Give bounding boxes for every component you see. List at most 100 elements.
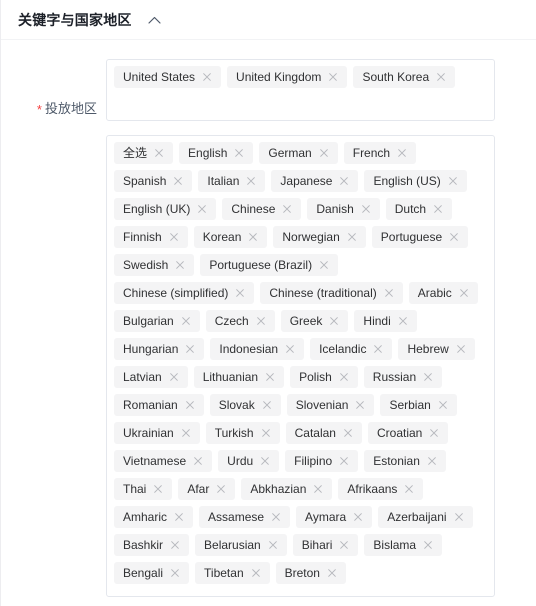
tag-item[interactable]: Bihari (292, 534, 359, 556)
tag-item[interactable]: South Korea (353, 66, 456, 88)
close-icon[interactable] (170, 173, 186, 189)
close-icon[interactable] (358, 201, 374, 217)
close-icon[interactable] (182, 341, 198, 357)
close-icon[interactable] (430, 201, 446, 217)
close-icon[interactable] (324, 565, 340, 581)
tag-item[interactable]: English (US) (364, 170, 467, 192)
close-icon[interactable] (213, 481, 229, 497)
close-icon[interactable] (395, 313, 411, 329)
tag-item[interactable]: United Kingdom (227, 66, 348, 88)
close-icon[interactable] (257, 453, 273, 469)
tag-item[interactable]: Hebrew (398, 338, 475, 360)
tag-item[interactable]: Afrikaans (338, 478, 424, 500)
tag-item[interactable]: Bulgarian (114, 310, 200, 332)
tag-item[interactable]: Serbian (380, 394, 457, 416)
tag-item[interactable]: Urdu (218, 450, 280, 472)
close-icon[interactable] (310, 481, 326, 497)
tag-item[interactable]: Dutch (385, 198, 453, 220)
tag-item[interactable]: Slovak (209, 394, 281, 416)
close-icon[interactable] (336, 537, 352, 553)
close-icon[interactable] (248, 565, 264, 581)
close-icon[interactable] (456, 285, 472, 301)
close-icon[interactable] (282, 341, 298, 357)
close-icon[interactable] (424, 453, 440, 469)
close-icon[interactable] (336, 369, 352, 385)
close-icon[interactable] (370, 341, 386, 357)
tag-item[interactable]: Slovenian (286, 394, 375, 416)
tag-item[interactable]: English (UK) (114, 198, 217, 220)
close-icon[interactable] (167, 565, 183, 581)
tag-item[interactable]: Vietnamese (114, 450, 213, 472)
tag-item[interactable]: English (179, 142, 254, 164)
close-icon[interactable] (151, 145, 167, 161)
tag-item[interactable]: Spanish (114, 170, 193, 192)
tag-item[interactable]: Chinese (traditional) (260, 282, 403, 304)
tag-item[interactable]: Portuguese (371, 226, 469, 248)
close-icon[interactable] (178, 425, 194, 441)
tag-item[interactable]: Hungarian (114, 338, 205, 360)
tag-item[interactable]: French (343, 142, 417, 164)
close-icon[interactable] (259, 397, 275, 413)
close-icon[interactable] (171, 509, 187, 525)
tag-item[interactable]: Icelandic (310, 338, 393, 360)
tag-item[interactable]: Afar (178, 478, 236, 500)
tag-item[interactable]: Korean (193, 226, 268, 248)
tag-item[interactable]: Indonesian (210, 338, 305, 360)
tag-item[interactable]: Lithuanian (193, 366, 285, 388)
close-icon[interactable] (166, 229, 182, 245)
close-icon[interactable] (258, 425, 274, 441)
tag-item[interactable]: Chinese (simplified) (114, 282, 255, 304)
close-icon[interactable] (340, 425, 356, 441)
close-icon[interactable] (190, 453, 206, 469)
tag-item[interactable]: Swedish (114, 254, 195, 276)
tag-item[interactable]: Belarusian (195, 534, 287, 556)
close-icon[interactable] (150, 481, 166, 497)
tag-item[interactable]: Chinese (222, 198, 302, 220)
close-icon[interactable] (166, 369, 182, 385)
close-icon[interactable] (262, 369, 278, 385)
tag-item[interactable]: Catalan (285, 422, 362, 444)
close-icon[interactable] (401, 481, 417, 497)
close-icon[interactable] (253, 313, 269, 329)
tag-item[interactable]: Bislama (364, 534, 443, 556)
tag-item[interactable]: Assamese (199, 506, 291, 528)
tag-item[interactable]: Finnish (114, 226, 188, 248)
close-icon[interactable] (243, 173, 259, 189)
close-icon[interactable] (279, 201, 295, 217)
languages-select[interactable]: 全选 English German French Spanish Italian Japan… (106, 135, 495, 597)
close-icon[interactable] (182, 397, 198, 413)
tag-item[interactable]: Italian (198, 170, 266, 192)
tag-item[interactable]: Ukrainian (114, 422, 200, 444)
chevron-up-icon[interactable] (146, 11, 164, 29)
tag-item[interactable]: Russian (363, 366, 443, 388)
tag-item[interactable]: Bashkir (114, 534, 190, 556)
tag-item[interactable]: Portuguese (Brazil) (200, 254, 339, 276)
tag-item[interactable]: Amharic (114, 506, 194, 528)
close-icon[interactable] (245, 229, 261, 245)
tag-item[interactable]: Greek (280, 310, 349, 332)
close-icon[interactable] (352, 397, 368, 413)
close-icon[interactable] (194, 201, 210, 217)
close-icon[interactable] (445, 173, 461, 189)
close-icon[interactable] (325, 69, 341, 85)
close-icon[interactable] (420, 369, 436, 385)
close-icon[interactable] (316, 145, 332, 161)
tag-item[interactable]: Norwegian (273, 226, 366, 248)
close-icon[interactable] (232, 285, 248, 301)
tag-item[interactable]: Abkhazian (241, 478, 333, 500)
tag-item[interactable]: Turkish (205, 422, 280, 444)
tag-item[interactable]: Hindi (354, 310, 417, 332)
tag-item[interactable]: Azerbaijani (378, 506, 473, 528)
tag-item[interactable]: 全选 (114, 142, 174, 164)
tag-item[interactable]: Polish (290, 366, 358, 388)
tag-item[interactable]: Romanian (114, 394, 204, 416)
close-icon[interactable] (426, 425, 442, 441)
tag-item[interactable]: Bengali (114, 562, 190, 584)
close-icon[interactable] (381, 285, 397, 301)
tag-item[interactable]: Danish (307, 198, 380, 220)
close-icon[interactable] (167, 537, 183, 553)
close-icon[interactable] (451, 509, 467, 525)
close-icon[interactable] (268, 509, 284, 525)
tag-item[interactable]: Czech (205, 310, 275, 332)
close-icon[interactable] (420, 537, 436, 553)
